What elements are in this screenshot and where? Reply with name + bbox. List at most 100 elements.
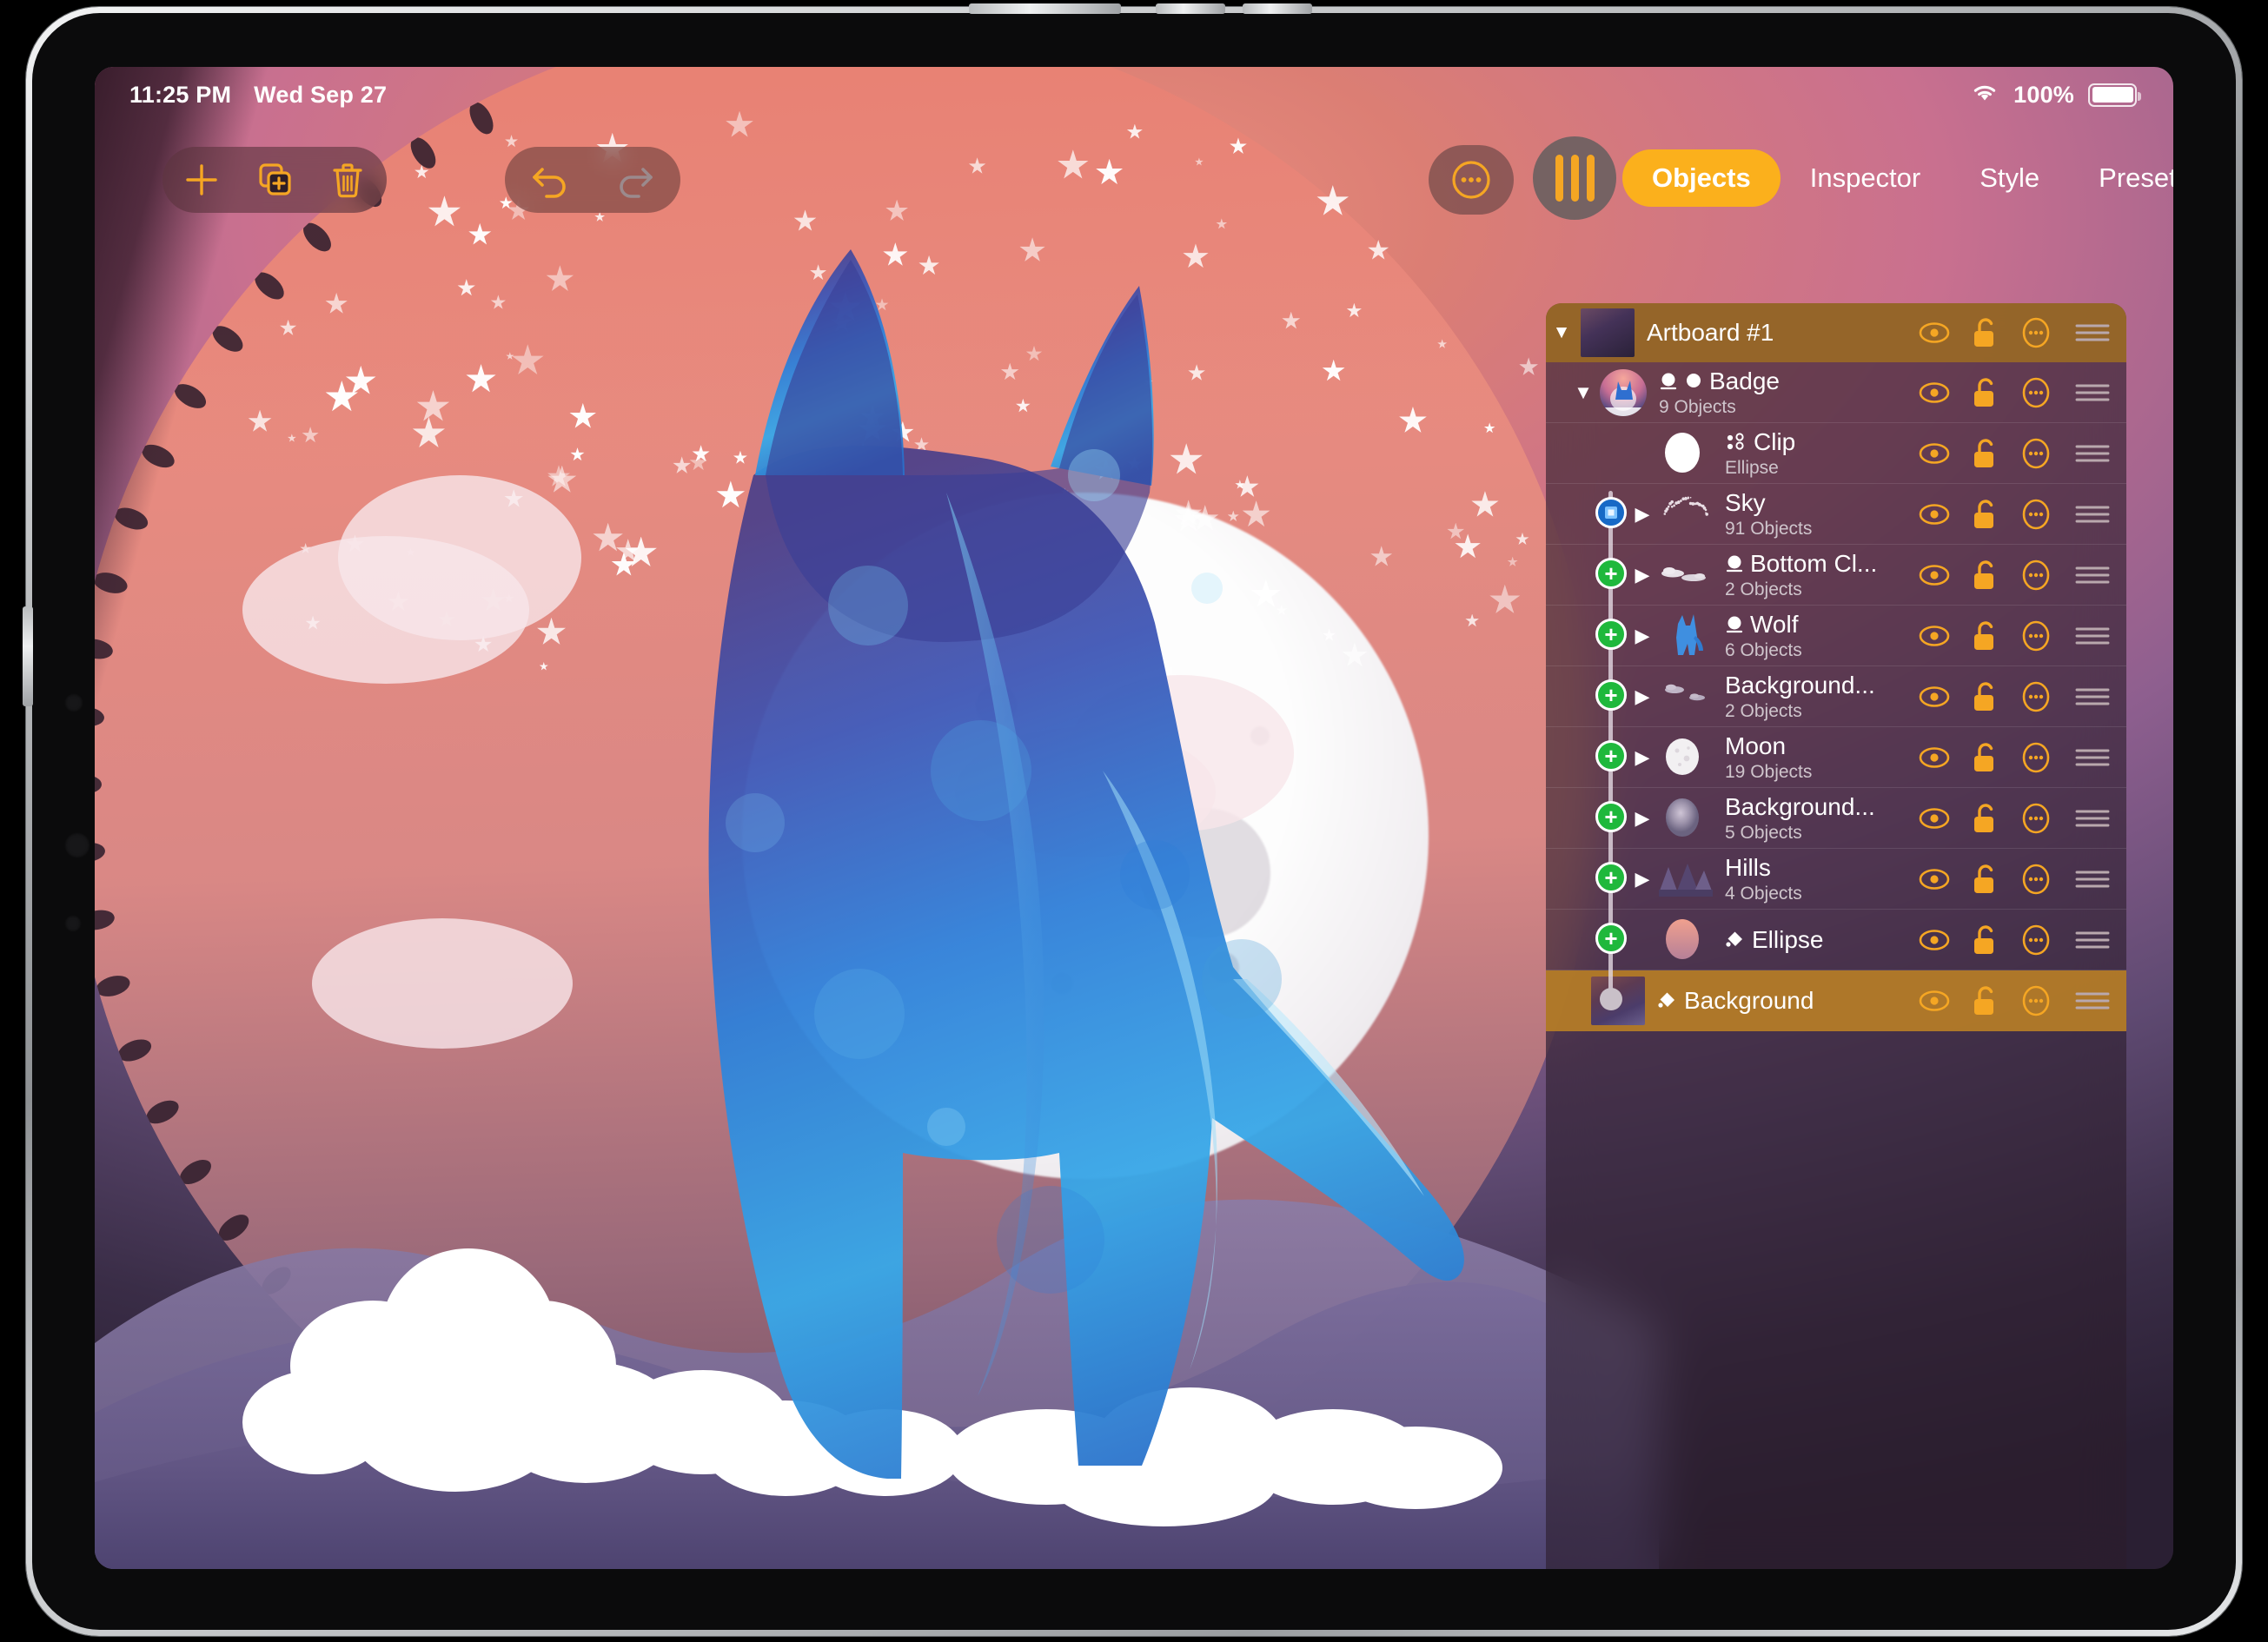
tab-presets[interactable]: Presets [2069,149,2173,207]
layer-row[interactable]: ▶ Background... 5 Objects [1546,788,2126,849]
eye-icon[interactable] [1918,685,1951,709]
add-to-group-icon[interactable]: + [1595,801,1627,832]
artboard-row[interactable]: ▼ Artboard #1 [1546,303,2126,362]
more-circle-icon[interactable] [2019,862,2053,897]
drag-handle-icon[interactable] [2074,685,2111,708]
delete-button[interactable] [321,153,375,207]
more-circle-icon[interactable] [2019,375,2053,410]
unlocked-padlock-icon[interactable] [1972,438,1998,469]
panels-toggle-button[interactable] [1533,136,1616,220]
unlocked-padlock-icon[interactable] [1972,803,1998,834]
unlocked-padlock-icon[interactable] [1972,924,1998,956]
unlocked-padlock-icon[interactable] [1972,559,1998,591]
add-to-group-icon[interactable]: + [1595,619,1627,650]
unlocked-padlock-icon[interactable] [1972,985,1998,1016]
more-circle-icon[interactable] [2019,558,2053,593]
row-disclosure-triangle[interactable]: ▶ [1629,625,1655,647]
layer-row[interactable]: Clip Ellipse [1546,423,2126,484]
duplicate-artboard-button[interactable] [248,153,302,207]
eye-icon[interactable] [1918,563,1951,587]
row-name: Wolf [1750,610,1799,638]
drag-handle-icon[interactable] [2074,442,2111,465]
layer-row[interactable]: ▶ Sky 91 Objects [1546,484,2126,545]
drag-handle-icon[interactable] [2074,321,2111,344]
layer-row[interactable]: Ellipse [1546,910,2126,970]
layer-row[interactable]: ▶ Wolf 6 Objects [1546,606,2126,666]
more-circle-icon[interactable] [2019,740,2053,775]
eye-icon[interactable] [1918,867,1951,891]
row-labels: Badge 9 Objects [1647,367,1918,418]
more-circle-icon[interactable] [2019,436,2053,471]
unlocked-padlock-icon[interactable] [1972,499,1998,530]
layer-row[interactable]: ▶ Hills 4 Objects [1546,849,2126,910]
unlocked-padlock-icon[interactable] [1972,620,1998,652]
more-circle-icon[interactable] [2019,497,2053,532]
drag-handle-icon[interactable] [2074,564,2111,586]
add-button[interactable] [175,153,229,207]
drag-handle-icon[interactable] [2074,807,2111,830]
tab-style[interactable]: Style [1950,149,2069,207]
more-circle-icon[interactable] [2019,983,2053,1018]
more-circle-icon[interactable] [2019,315,2053,350]
row-disclosure-triangle[interactable]: ▶ [1629,564,1655,586]
drag-handle-icon[interactable] [2074,381,2111,404]
unlocked-padlock-icon[interactable] [1972,864,1998,895]
eye-icon[interactable] [1918,745,1951,770]
tab-inspector[interactable]: Inspector [1781,149,1951,207]
row-disclosure-triangle[interactable]: ▶ [1629,685,1655,708]
add-to-group-icon[interactable]: + [1595,923,1627,954]
drag-handle-icon[interactable] [2074,868,2111,891]
eye-icon[interactable] [1918,624,1951,648]
add-to-group-icon[interactable]: + [1595,558,1627,589]
add-to-group-icon[interactable]: + [1595,740,1627,771]
row-name: Clip [1754,427,1796,455]
drag-handle-icon[interactable] [2074,503,2111,526]
row-disclosure-triangle[interactable]: ▼ [1570,381,1596,404]
layer-row[interactable]: ▼ Badge 9 Objects [1546,362,2126,423]
tab-objects[interactable]: Objects [1622,149,1781,207]
row-name: Moon [1725,732,1787,759]
row-disclosure-triangle[interactable]: ▶ [1629,807,1655,830]
volume-down-button[interactable] [1243,3,1312,14]
row-disclosure-triangle[interactable]: ▶ [1629,868,1655,891]
eye-icon[interactable] [1918,806,1951,831]
more-circle-icon[interactable] [2019,679,2053,714]
unlocked-padlock-icon[interactable] [1972,742,1998,773]
more-circle-icon[interactable] [2019,801,2053,836]
volume-up-button[interactable] [1156,3,1225,14]
row-labels: Background [1645,987,1918,1015]
layer-row[interactable]: ▶ Moon 19 Objects [1546,727,2126,788]
unlocked-padlock-icon[interactable] [1972,377,1998,408]
power-button[interactable] [969,3,1121,14]
more-circle-icon[interactable] [2019,923,2053,957]
add-to-group-icon[interactable]: + [1595,679,1627,711]
undo-button[interactable] [524,153,578,207]
row-disclosure-triangle[interactable]: ▶ [1629,503,1655,526]
row-disclosure-triangle[interactable]: ▶ [1629,746,1655,769]
layer-row-selected[interactable]: Background [1546,970,2126,1031]
mask-group-icon[interactable] [1595,497,1627,528]
add-to-group-icon[interactable]: + [1595,862,1627,893]
drag-handle-icon[interactable] [2074,990,2111,1012]
more-circle-icon[interactable] [2019,619,2053,653]
redo-button[interactable] [607,153,661,207]
artboard-disclosure-triangle[interactable]: ▼ [1546,322,1577,343]
eye-icon[interactable] [1918,381,1951,405]
row-labels: Clip Ellipse [1713,428,1918,479]
eye-icon[interactable] [1918,989,1951,1013]
eye-icon[interactable] [1918,928,1951,952]
layer-row[interactable]: ▶ Bottom Cl... 2 Objects [1546,545,2126,606]
unlocked-padlock-icon[interactable] [1972,317,1998,348]
eye-icon[interactable] [1918,321,1951,345]
unlocked-padlock-icon[interactable] [1972,681,1998,712]
drag-handle-icon[interactable] [2074,625,2111,647]
layers-panel[interactable]: ▼ Artboard #1 ▼ Badge 9 Objects Clip Ell… [1546,303,2126,1569]
drag-handle-icon[interactable] [2074,929,2111,951]
side-button[interactable] [23,606,33,706]
layer-row[interactable]: ▶ Background... 2 Objects [1546,666,2126,727]
more-options-button[interactable] [1429,145,1514,215]
drag-handle-icon[interactable] [2074,746,2111,769]
row-actions [1918,679,2126,714]
eye-icon[interactable] [1918,441,1951,466]
eye-icon[interactable] [1918,502,1951,526]
